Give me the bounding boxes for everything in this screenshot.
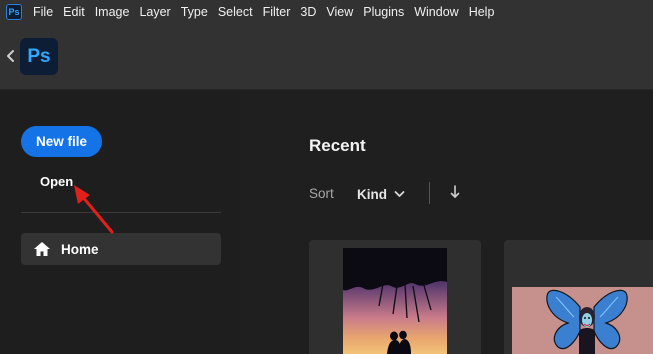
app-bar: Ps: [0, 24, 653, 90]
sort-kind-value: Kind: [357, 186, 387, 202]
photoshop-logo: Ps: [20, 38, 58, 75]
menu-layer[interactable]: Layer: [134, 0, 175, 24]
new-file-button[interactable]: New file: [21, 126, 102, 157]
menu-plugins[interactable]: Plugins: [358, 0, 409, 24]
recent-heading: Recent: [309, 136, 366, 155]
menu-3d[interactable]: 3D: [295, 0, 321, 24]
menu-type[interactable]: Type: [176, 0, 213, 24]
menu-help[interactable]: Help: [464, 0, 500, 24]
sort-kind-dropdown[interactable]: Kind: [357, 184, 405, 204]
menu-file[interactable]: File: [28, 0, 58, 24]
menu-select[interactable]: Select: [213, 0, 258, 24]
menu-filter[interactable]: Filter: [258, 0, 296, 24]
chevron-down-icon: [394, 191, 405, 197]
chevron-left-icon[interactable]: [5, 48, 17, 64]
menu-bar: Ps File Edit Image Layer Type Select Fil…: [0, 0, 653, 24]
recent-file-thumbnail: [343, 248, 447, 354]
sidebar-item-label: Home: [61, 241, 99, 257]
toolbar-divider: [429, 182, 430, 204]
home-icon: [34, 242, 50, 256]
arrow-down-icon[interactable]: [449, 184, 461, 200]
menu-edit[interactable]: Edit: [58, 0, 90, 24]
menu-window[interactable]: Window: [409, 0, 463, 24]
annotation-arrow: [74, 185, 114, 234]
recent-file-thumbnail: [512, 287, 653, 354]
menu-image[interactable]: Image: [90, 0, 135, 24]
menu-view[interactable]: View: [321, 0, 358, 24]
app-icon[interactable]: Ps: [6, 4, 22, 20]
sort-label: Sort: [309, 186, 334, 201]
